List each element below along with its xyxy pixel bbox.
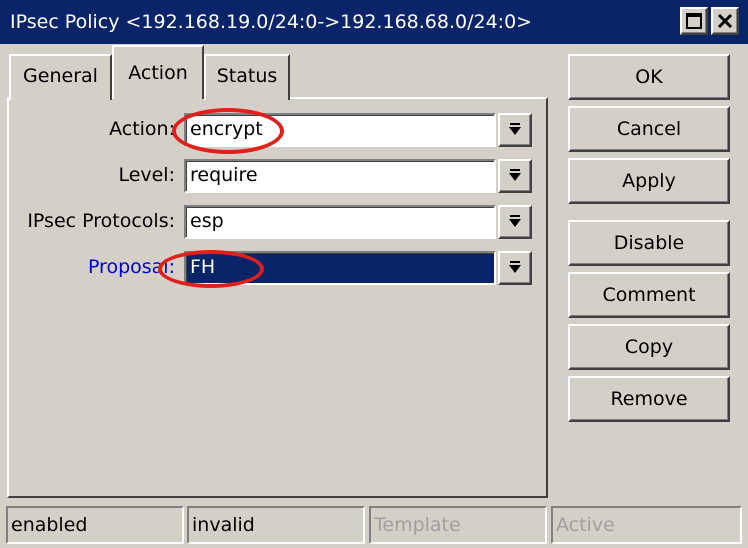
status-enabled: enabled — [6, 506, 184, 544]
ipsec-protocols-dropdown-button[interactable] — [498, 205, 532, 239]
dropdown-arrow-icon — [509, 261, 521, 273]
tab-general[interactable]: General — [9, 54, 112, 100]
proposal-dropdown-button[interactable] — [498, 251, 532, 285]
ipsec-policy-window: IPsec Policy <192.168.19.0/24:0->192.168… — [0, 0, 748, 548]
action-dropdown-button[interactable] — [498, 113, 532, 147]
tab-status[interactable]: Status — [204, 54, 290, 100]
window-title: IPsec Policy <192.168.19.0/24:0->192.168… — [10, 11, 533, 33]
title-bar[interactable]: IPsec Policy <192.168.19.0/24:0->192.168… — [0, 0, 748, 44]
level-field[interactable]: require — [184, 159, 496, 193]
apply-button[interactable]: Apply — [568, 158, 730, 204]
cancel-button[interactable]: Cancel — [568, 106, 730, 152]
highlight-circle-action — [172, 108, 284, 154]
dropdown-arrow-icon — [509, 215, 521, 227]
close-icon — [717, 13, 733, 29]
tab-action[interactable]: Action — [112, 45, 204, 99]
maximize-button[interactable] — [680, 7, 708, 35]
comment-button[interactable]: Comment — [568, 272, 730, 318]
level-dropdown-button[interactable] — [498, 159, 532, 193]
status-invalid: invalid — [187, 506, 365, 544]
tab-content-panel — [7, 97, 548, 498]
disable-button[interactable]: Disable — [568, 220, 730, 266]
maximize-icon — [686, 13, 702, 29]
close-button[interactable] — [711, 7, 739, 35]
status-active: Active — [551, 506, 742, 544]
ipsec-protocols-field[interactable]: esp — [184, 205, 496, 239]
action-label: Action: — [109, 118, 175, 140]
ipsec-protocols-label: IPsec Protocols: — [27, 210, 175, 232]
status-template: Template — [369, 506, 547, 544]
remove-button[interactable]: Remove — [568, 376, 730, 422]
dropdown-arrow-icon — [509, 169, 521, 181]
dropdown-arrow-icon — [509, 123, 521, 135]
ok-button[interactable]: OK — [568, 54, 730, 100]
level-label: Level: — [118, 164, 175, 186]
highlight-circle-proposal — [158, 250, 264, 288]
copy-button[interactable]: Copy — [568, 324, 730, 370]
